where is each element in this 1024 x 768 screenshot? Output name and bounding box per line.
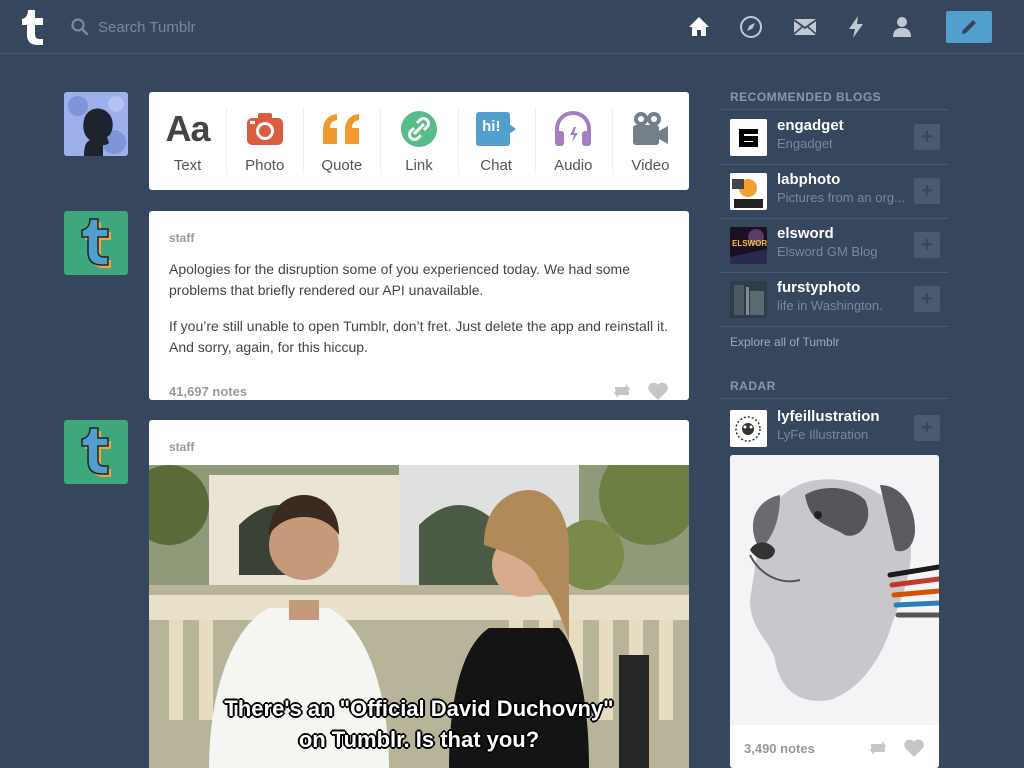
recommended-blog[interactable]: engadget Engadget + [730,117,940,159]
post-type-chat[interactable]: hi! Chat [457,92,535,190]
follow-button[interactable]: + [914,178,940,204]
blog-avatar [730,173,767,210]
video-camera-icon [633,111,669,145]
like-icon[interactable] [647,380,669,402]
video-caption: There's an "Official David Duchovny" on … [149,693,689,755]
explore-link[interactable]: Explore all of Tumblr [730,335,839,349]
follow-button[interactable]: + [914,415,940,441]
post-type-label: Link [405,156,433,174]
caption-line: on Tumblr. Is that you? [298,727,540,752]
chat-glyph: hi! [482,117,501,135]
search-icon [71,18,89,36]
radar-image[interactable] [730,455,939,725]
post-type-label: Photo [245,156,285,174]
staff-avatar[interactable] [64,420,128,484]
blog-avatar [730,281,767,318]
text-icon: Aa [165,107,211,149]
divider [720,398,948,399]
radar-post: 3,490 notes [730,455,939,768]
post-paragraph: If you’re still unable to open Tumblr, d… [169,318,668,355]
follow-button[interactable]: + [914,232,940,258]
recommended-blog[interactable]: furstyphoto life in Washington. + [730,279,940,321]
blog-name[interactable]: labphoto [777,171,840,188]
notes-count[interactable]: 41,697 notes [169,384,597,399]
blog-avatar [730,119,767,156]
post-type-bar: Aa Text Photo Quote Link hi! Chat Audio … [149,92,689,190]
recommended-blogs-title: RECOMMENDED BLOGS [730,90,882,104]
blog-title: Engadget [777,136,833,151]
blog-name[interactable]: lyfeillustration [777,408,880,425]
inbox-icon[interactable] [792,14,818,40]
blog-title: life in Washington. [777,298,883,313]
user-avatar[interactable] [64,92,128,156]
home-icon[interactable] [686,14,712,40]
post-type-label: Video [631,156,670,174]
divider [720,272,948,273]
post-type-text[interactable]: Aa Text [149,92,226,190]
blog-name[interactable]: engadget [777,117,844,134]
explore-icon[interactable] [738,14,764,40]
blog-avatar: ELSWORD [730,227,767,264]
blog-avatar-text: ELSWORD [732,239,767,248]
post-type-video[interactable]: Video [611,92,689,190]
post-type-audio[interactable]: Audio [534,92,612,190]
blog-name[interactable]: furstyphoto [777,279,860,296]
recommended-blog[interactable]: labphoto Pictures from an org... + [730,171,940,213]
text-post: staff Apologies for the disruption some … [149,211,689,400]
post-type-label: Quote [321,156,363,174]
notes-count[interactable]: 3,490 notes [744,741,853,756]
camera-icon [246,112,283,145]
post-type-quote[interactable]: Quote [303,92,380,190]
blog-title: Elsword GM Blog [777,244,878,259]
account-icon[interactable] [889,14,915,40]
video-post: staff There's an "Official David Duchovn… [149,420,689,768]
post-paragraph: Apologies for the disruption some of you… [169,261,630,298]
compose-button[interactable] [946,11,992,43]
blog-avatar [730,410,767,447]
post-type-label: Text [173,156,202,174]
pencil-icon [962,20,976,34]
caption-line: There's an "Official David Duchovny" [224,696,614,721]
reblog-icon[interactable] [867,737,889,759]
post-footer: 3,490 notes [730,725,939,768]
radar-blog[interactable]: lyfeillustration LyFe Illustration + [730,408,940,450]
post-blog-name[interactable]: staff [149,420,689,454]
quote-icon [322,113,359,144]
post-type-link[interactable]: Link [380,92,457,190]
divider [720,218,948,219]
post-type-photo[interactable]: Photo [226,92,303,190]
recommended-blog[interactable]: ELSWORD elsword Elsword GM Blog + [730,225,940,267]
top-bar [0,0,1024,54]
post-type-label: Audio [554,156,593,174]
staff-avatar[interactable] [64,211,128,275]
blog-name[interactable]: elsword [777,225,834,242]
divider [720,164,948,165]
search-input[interactable] [98,18,348,36]
headphones-icon [555,110,592,146]
link-icon [400,110,437,147]
blog-title: LyFe Illustration [777,427,869,442]
follow-button[interactable]: + [914,286,940,312]
tumblr-logo[interactable] [16,8,50,46]
post-video-frame[interactable]: There's an "Official David Duchovny" on … [149,465,689,768]
search-box[interactable] [70,14,370,40]
like-icon[interactable] [903,737,925,759]
radar-title: RADAR [730,379,776,393]
divider [720,326,948,327]
post-type-label: Chat [480,156,512,174]
reblog-icon[interactable] [611,380,633,402]
activity-icon[interactable] [843,14,869,40]
post-blog-name[interactable]: staff [149,211,689,245]
blog-title: Pictures from an org... [777,190,905,205]
divider [720,109,948,110]
post-footer: 41,697 notes [149,366,689,416]
follow-button[interactable]: + [914,124,940,150]
